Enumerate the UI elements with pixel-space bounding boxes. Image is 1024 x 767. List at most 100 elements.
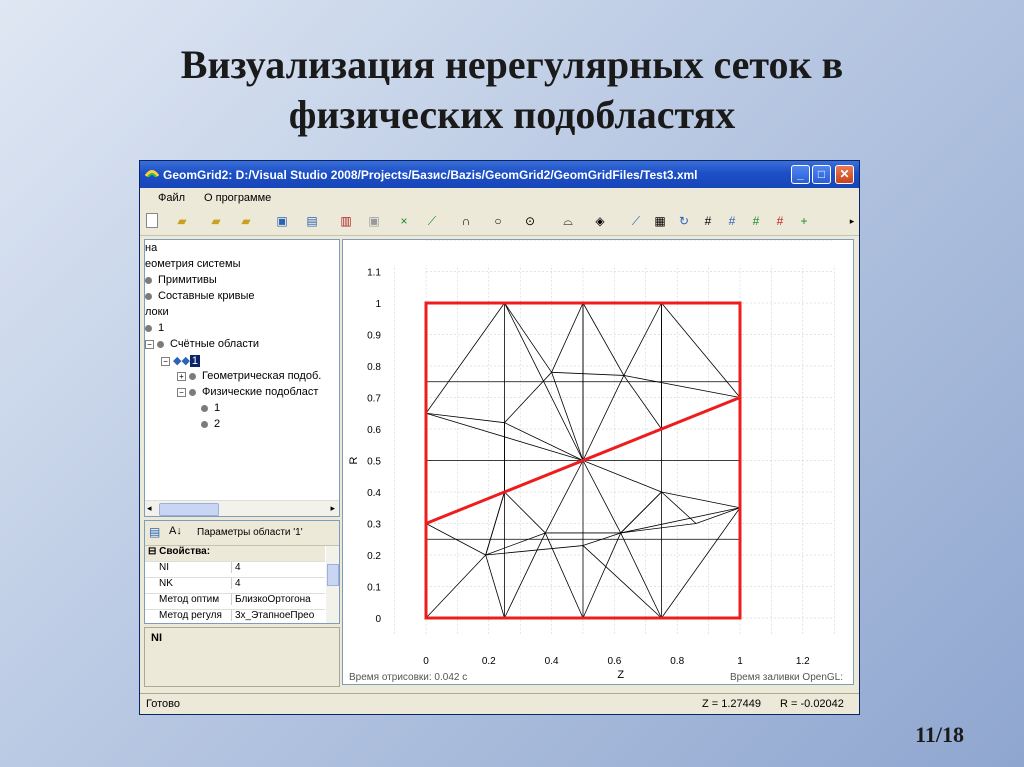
- mesh-edge: [661, 491, 697, 524]
- render-time-label: Время отрисовки: 0.042 с: [349, 672, 467, 683]
- mesh-line-icon[interactable]: ⟋: [628, 213, 644, 229]
- grid-blue-icon[interactable]: #: [724, 213, 740, 229]
- mesh-edge: [620, 532, 662, 619]
- collapse-icon[interactable]: −: [177, 387, 186, 397]
- window-titlebar[interactable]: GeomGrid2: D:/Visual Studio 2008/Project…: [140, 161, 859, 188]
- mesh-edge: [582, 545, 662, 619]
- mesh-edge: [582, 460, 622, 534]
- tree-item[interactable]: на: [145, 242, 157, 254]
- property-row[interactable]: Метод оптим БлизкоОртогона: [145, 594, 325, 610]
- mesh-edge: [620, 491, 662, 534]
- status-ready: Готово: [146, 698, 180, 710]
- scroll-right-icon[interactable]: ▸: [330, 503, 335, 514]
- tree-item[interactable]: − Счётные области: [145, 338, 259, 350]
- toolbar-overflow-icon[interactable]: ▸: [844, 213, 860, 229]
- mesh-edge: [504, 491, 546, 534]
- property-row[interactable]: NI 4: [145, 562, 325, 578]
- sort-az-icon[interactable]: A↓: [169, 525, 182, 537]
- status-bar: Готово Z = 1.27449 R = -0.02042: [140, 693, 859, 714]
- window-title: GeomGrid2: D:/Visual Studio 2008/Project…: [163, 168, 698, 182]
- image-icon[interactable]: ▣: [274, 213, 290, 229]
- property-row[interactable]: NK 4: [145, 578, 325, 594]
- x-tick-label: 0: [423, 656, 429, 667]
- tree-item-selected[interactable]: − ◆◆ 1: [161, 354, 201, 367]
- tree-item[interactable]: Примитивы: [145, 274, 217, 286]
- grid-icon[interactable]: #: [700, 213, 716, 229]
- maximize-button[interactable]: □: [812, 165, 831, 184]
- region-icon[interactable]: ⌓: [560, 213, 576, 229]
- scroll-thumb[interactable]: [327, 564, 339, 586]
- categorized-icon[interactable]: ▤: [149, 525, 160, 539]
- tree-item[interactable]: Составные кривые: [145, 290, 255, 302]
- circle-icon[interactable]: ○: [490, 213, 506, 229]
- mesh-edge: [551, 302, 584, 373]
- x-tick-label: 1: [737, 656, 743, 667]
- node-icon: [201, 420, 208, 428]
- mesh-edge: [485, 491, 505, 556]
- fill-icon[interactable]: ◈: [592, 213, 608, 229]
- menu-bar: Файл О программе: [140, 188, 859, 208]
- add-icon[interactable]: +: [796, 213, 812, 229]
- tree-item[interactable]: 1: [145, 322, 164, 334]
- mesh-edge: [425, 302, 505, 414]
- menu-about[interactable]: О программе: [204, 192, 271, 204]
- export-icon[interactable]: ▥: [338, 213, 354, 229]
- y-tick-label: 1: [375, 299, 381, 310]
- tree-item[interactable]: 2: [201, 418, 220, 430]
- mesh-edge: [582, 302, 625, 376]
- line-icon[interactable]: ⟋: [424, 213, 440, 229]
- mesh-edge: [485, 554, 505, 619]
- mesh-edge: [661, 507, 741, 619]
- grid-delete-icon[interactable]: #: [772, 213, 788, 229]
- new-file-icon[interactable]: [146, 213, 158, 228]
- close-button[interactable]: ✕: [835, 165, 854, 184]
- collapse-icon[interactable]: −: [161, 356, 170, 366]
- tree-hscrollbar[interactable]: ◂ ▸: [145, 500, 339, 516]
- y-axis-label: R: [348, 456, 360, 464]
- mesh-edge: [623, 375, 741, 398]
- tree-item[interactable]: − Физические подобласт: [177, 386, 318, 398]
- open-project-icon[interactable]: ▰: [208, 213, 224, 229]
- tree-item[interactable]: еометрия системы: [145, 258, 241, 270]
- toolbar: ▰ ▰ ▰ ▣ ▤ ▥ ▣ × ⟋ ∩ ○ ⊙ ⌓ ◈ ⟋ ▦ ↻ # # # …: [140, 209, 859, 236]
- x-tick-label: 0.2: [482, 656, 496, 667]
- scroll-left-icon[interactable]: ◂: [147, 503, 152, 514]
- mesh-edge: [661, 491, 741, 509]
- node-icon: [189, 372, 196, 380]
- app-window: GeomGrid2: D:/Visual Studio 2008/Project…: [139, 160, 860, 715]
- tree-item[interactable]: локи: [145, 306, 169, 318]
- collapse-icon[interactable]: −: [145, 339, 154, 349]
- y-tick-label: 0.9: [367, 331, 381, 342]
- property-section[interactable]: ⊟ Свойства:: [145, 546, 325, 562]
- picture-icon[interactable]: ▣: [366, 213, 382, 229]
- y-tick-label: 0.4: [367, 488, 381, 499]
- table-icon[interactable]: ▦: [652, 213, 668, 229]
- save-icon[interactable]: ▤: [304, 213, 320, 229]
- mesh-edge: [623, 375, 662, 430]
- fill-time-label: Время заливки OpenGL:: [730, 672, 843, 683]
- minimize-button[interactable]: _: [791, 165, 810, 184]
- mesh-plot-svg[interactable]: 0 0.2 0.4 0.6 0.8 1 1.2 0 0.1 0.2 0.3 0.4 0.5 0.6 0.7 0…: [343, 239, 853, 684]
- point-icon[interactable]: ×: [396, 213, 412, 229]
- circle-center-icon[interactable]: ⊙: [522, 213, 538, 229]
- grid-green-icon[interactable]: #: [748, 213, 764, 229]
- node-icon: [189, 388, 196, 396]
- arc-icon[interactable]: ∩: [458, 213, 474, 229]
- scroll-thumb[interactable]: [159, 503, 219, 516]
- property-row[interactable]: Метод регуля 3х_ЭтапноеПрео: [145, 610, 325, 623]
- mesh-plot[interactable]: 0 0.2 0.4 0.6 0.8 1 1.2 0 0.1 0.2 0.3 0.4 0.5 0.6 0.7 0…: [342, 239, 854, 685]
- refresh-icon[interactable]: ↻: [676, 213, 692, 229]
- x-axis-label: Z: [617, 669, 624, 681]
- node-icon: [145, 324, 152, 332]
- tree-item[interactable]: + Геометрическая подоб.: [177, 370, 321, 382]
- menu-file[interactable]: Файл: [158, 192, 185, 204]
- import-icon[interactable]: ▰: [238, 213, 254, 229]
- tree-item[interactable]: 1: [201, 402, 220, 414]
- expand-icon[interactable]: +: [177, 371, 186, 381]
- node-icon: [157, 340, 164, 348]
- open-folder-icon[interactable]: ▰: [174, 213, 190, 229]
- node-icon: [145, 276, 152, 284]
- property-vscrollbar[interactable]: [326, 546, 339, 623]
- mesh-edge: [582, 460, 662, 493]
- app-icon: [145, 170, 159, 178]
